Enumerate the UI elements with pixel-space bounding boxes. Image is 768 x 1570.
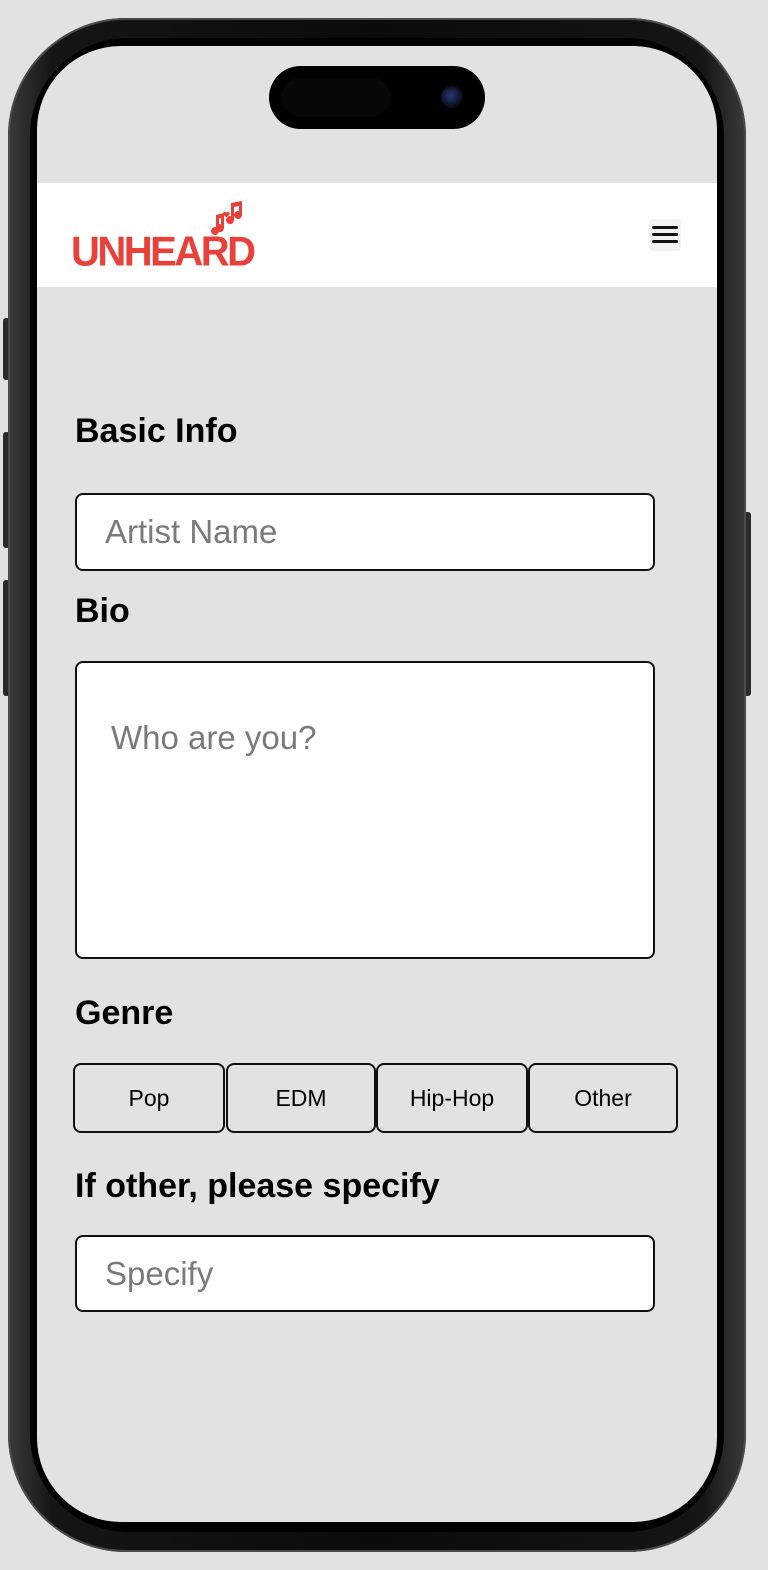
genre-other-button[interactable]: Other [528,1063,678,1133]
menu-bar [652,226,678,229]
artist-name-input[interactable] [75,493,655,571]
genre-pop-button[interactable]: Pop [73,1063,225,1133]
logo-wordmark: UNHEARD [71,228,256,276]
unheard-logo[interactable]: UNHEARD [71,201,256,273]
front-camera-icon [441,86,463,108]
bio-textarea[interactable] [75,661,655,959]
genre-heading: Genre [75,994,174,1032]
menu-bar [652,240,678,243]
sensor-housing [281,78,391,117]
other-genre-heading: If other, please specify [75,1167,440,1205]
bio-heading: Bio [75,592,130,630]
phone-screen: UNHEARD Basic Info Bio Genre Pop EDM Hip… [37,46,717,1522]
basic-info-heading: Basic Info [75,412,238,450]
specify-genre-input[interactable] [75,1235,655,1312]
dynamic-island [269,66,485,129]
device-mockup: UNHEARD Basic Info Bio Genre Pop EDM Hip… [0,0,768,1570]
hamburger-menu-icon[interactable] [649,219,681,251]
genre-selector: Pop EDM Hip-Hop Other [73,1063,679,1133]
menu-bar [652,233,678,236]
genre-hiphop-button[interactable]: Hip-Hop [376,1063,528,1133]
genre-edm-button[interactable]: EDM [226,1063,376,1133]
app-header: UNHEARD [37,183,717,287]
